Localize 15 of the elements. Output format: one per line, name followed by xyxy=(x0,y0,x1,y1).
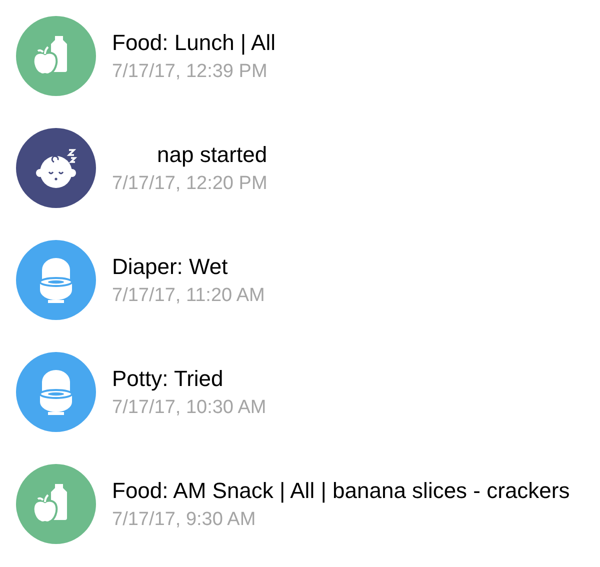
event-time: 7/17/17, 12:20 PM xyxy=(112,172,268,196)
event-title: Food: AM Snack | All | banana slices - crackers xyxy=(112,477,570,505)
event-title: Food: Lunch | All xyxy=(112,29,276,57)
event-time: 7/17/17, 11:20 AM xyxy=(112,284,265,308)
event-time: 7/17/17, 12:39 PM xyxy=(112,60,268,84)
apple-bottle-icon xyxy=(16,464,96,544)
event-title: Diaper: Wet xyxy=(112,253,229,281)
event-time: 7/17/17, 10:30 AM xyxy=(112,396,266,420)
sleeping-baby-icon xyxy=(16,128,96,208)
apple-bottle-icon xyxy=(16,16,96,96)
event-title: nap started xyxy=(156,141,268,169)
potty-icon xyxy=(16,352,96,432)
potty-icon xyxy=(16,240,96,320)
event-title: Potty: Tried xyxy=(112,365,224,393)
event-time: 7/17/17, 9:30 AM xyxy=(112,508,257,532)
